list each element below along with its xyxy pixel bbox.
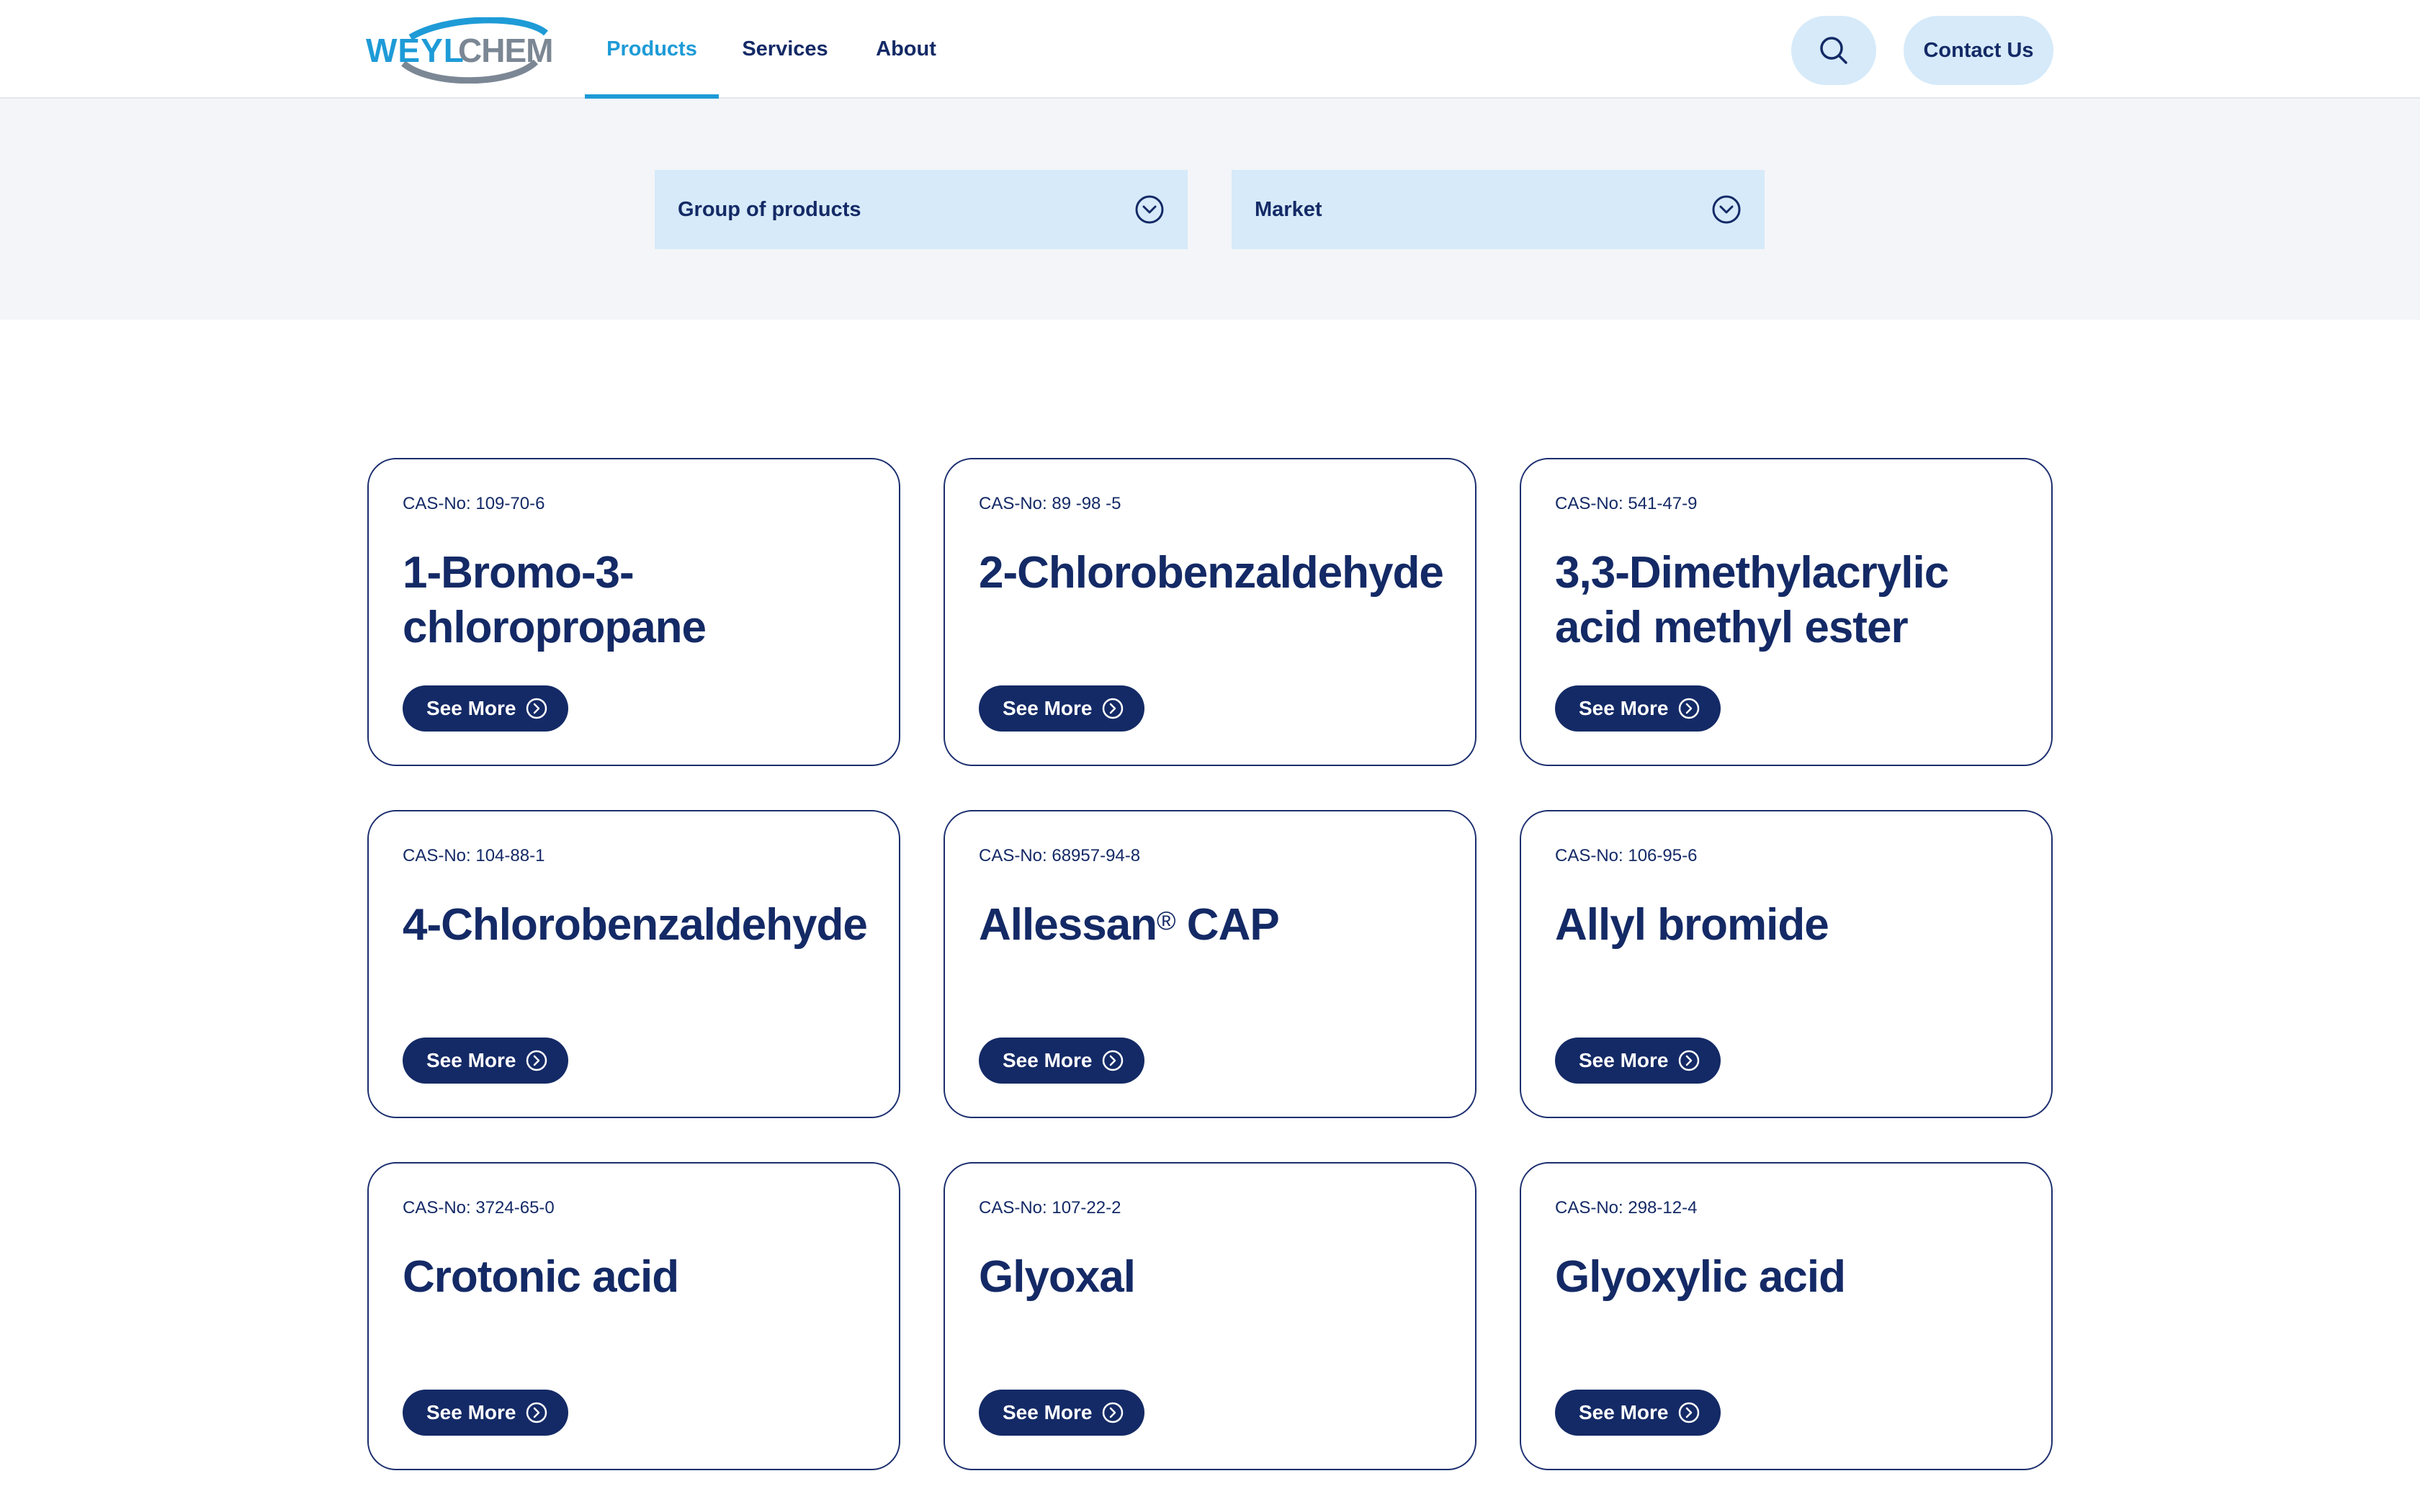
product-card: CAS-No: 89 -98 -5 2-Chlorobenzaldehyde S… <box>944 458 1476 766</box>
see-more-label: See More <box>1579 697 1669 719</box>
product-name[interactable]: Crotonic acid <box>403 1250 871 1305</box>
see-more-button[interactable]: See More <box>1555 685 1721 732</box>
product-card: CAS-No: 3724-65-0 Crotonic acid See More <box>367 1162 900 1470</box>
nav-services[interactable]: Services <box>735 0 835 99</box>
weylchem-logo[interactable]: WEYL CHEM <box>366 17 559 84</box>
chevron-right-circle-icon <box>1102 1050 1123 1071</box>
contact-us-button[interactable]: Contact Us <box>1904 16 2053 85</box>
nav-services-label: Services <box>742 37 828 60</box>
chevron-right-circle-icon <box>526 1402 547 1423</box>
chevron-right-circle-icon <box>526 1050 547 1071</box>
product-name[interactable]: 4-Chlorobenzaldehyde <box>403 898 871 953</box>
cas-number: CAS-No: 106-95-6 <box>1555 846 1698 865</box>
see-more-button[interactable]: See More <box>979 1038 1144 1084</box>
chevron-right-circle-icon <box>526 698 547 719</box>
see-more-label: See More <box>426 697 516 719</box>
market-label: Market <box>1255 197 1322 221</box>
chevron-right-circle-icon <box>1678 698 1699 719</box>
product-card: CAS-No: 106-95-6 Allyl bromide See More <box>1520 810 2053 1118</box>
product-name[interactable]: Glyoxylic acid <box>1555 1250 2023 1305</box>
cas-number: CAS-No: 109-70-6 <box>403 494 545 513</box>
group-of-products-dropdown[interactable]: Group of products <box>655 170 1188 249</box>
site-header: WEYL CHEM Products Services About Contac… <box>0 0 2420 100</box>
group-of-products-label: Group of products <box>678 197 861 221</box>
cas-number: CAS-No: 298-12-4 <box>1555 1198 1698 1218</box>
product-name[interactable]: 1-Bromo-3-chloropropane <box>403 546 871 655</box>
see-more-button[interactable]: See More <box>979 1390 1144 1436</box>
nav-about[interactable]: About <box>864 0 948 99</box>
see-more-label: See More <box>1003 697 1093 719</box>
nav-about-label: About <box>876 37 936 60</box>
see-more-button[interactable]: See More <box>403 1038 568 1084</box>
product-name-text: Allessan <box>979 900 1157 950</box>
product-name-tail: CAP <box>1175 900 1280 950</box>
contact-us-label: Contact Us <box>1923 38 2034 62</box>
chevron-down-icon <box>1135 195 1164 224</box>
registered-mark: ® <box>1157 906 1176 935</box>
product-name[interactable]: Allessan® CAP <box>979 898 1447 953</box>
cas-number: CAS-No: 3724-65-0 <box>403 1198 555 1218</box>
chevron-right-circle-icon <box>1678 1050 1699 1071</box>
product-card: CAS-No: 109-70-6 1-Bromo-3-chloropropane… <box>367 458 900 766</box>
see-more-button[interactable]: See More <box>979 685 1144 732</box>
product-name[interactable]: Glyoxal <box>979 1250 1447 1305</box>
product-name[interactable]: Allyl bromide <box>1555 898 2023 953</box>
see-more-button[interactable]: See More <box>403 685 568 732</box>
cas-number: CAS-No: 89 -98 -5 <box>979 494 1121 513</box>
search-button[interactable] <box>1791 16 1876 85</box>
market-dropdown[interactable]: Market <box>1232 170 1765 249</box>
see-more-label: See More <box>426 1401 516 1423</box>
cas-number: CAS-No: 541-47-9 <box>1555 494 1698 513</box>
see-more-label: See More <box>1579 1401 1669 1423</box>
see-more-label: See More <box>1003 1049 1093 1071</box>
cas-number: CAS-No: 68957-94-8 <box>979 846 1141 865</box>
see-more-label: See More <box>1003 1401 1093 1423</box>
product-card: CAS-No: 541-47-9 3,3-Dimethylacrylic aci… <box>1520 458 2053 766</box>
cas-number: CAS-No: 107-22-2 <box>979 1198 1121 1218</box>
product-name[interactable]: 2-Chlorobenzaldehyde <box>979 546 1447 600</box>
product-card: CAS-No: 104-88-1 4-Chlorobenzaldehyde Se… <box>367 810 900 1118</box>
see-more-button[interactable]: See More <box>1555 1038 1721 1084</box>
nav-products-label: Products <box>606 37 697 60</box>
product-card: CAS-No: 107-22-2 Glyoxal See More <box>944 1162 1476 1470</box>
product-name[interactable]: 3,3-Dimethylacrylic acid methyl ester <box>1555 546 2023 655</box>
see-more-button[interactable]: See More <box>403 1390 568 1436</box>
chevron-right-circle-icon <box>1678 1402 1699 1423</box>
svg-text:CHEM: CHEM <box>458 32 552 69</box>
nav-products[interactable]: Products <box>585 0 719 100</box>
svg-text:WEYL: WEYL <box>366 32 465 69</box>
product-card: CAS-No: 68957-94-8 Allessan® CAP See Mor… <box>944 810 1476 1118</box>
see-more-label: See More <box>1579 1049 1669 1071</box>
filter-bar: Group of products Market <box>0 99 2420 320</box>
product-card: CAS-No: 298-12-4 Glyoxylic acid See More <box>1520 1162 2053 1470</box>
cas-number: CAS-No: 104-88-1 <box>403 846 545 865</box>
chevron-down-icon <box>1712 195 1741 224</box>
see-more-label: See More <box>426 1049 516 1071</box>
chevron-right-circle-icon <box>1102 1402 1123 1423</box>
search-icon <box>1820 37 1847 64</box>
see-more-button[interactable]: See More <box>1555 1390 1721 1436</box>
chevron-right-circle-icon <box>1102 698 1123 719</box>
